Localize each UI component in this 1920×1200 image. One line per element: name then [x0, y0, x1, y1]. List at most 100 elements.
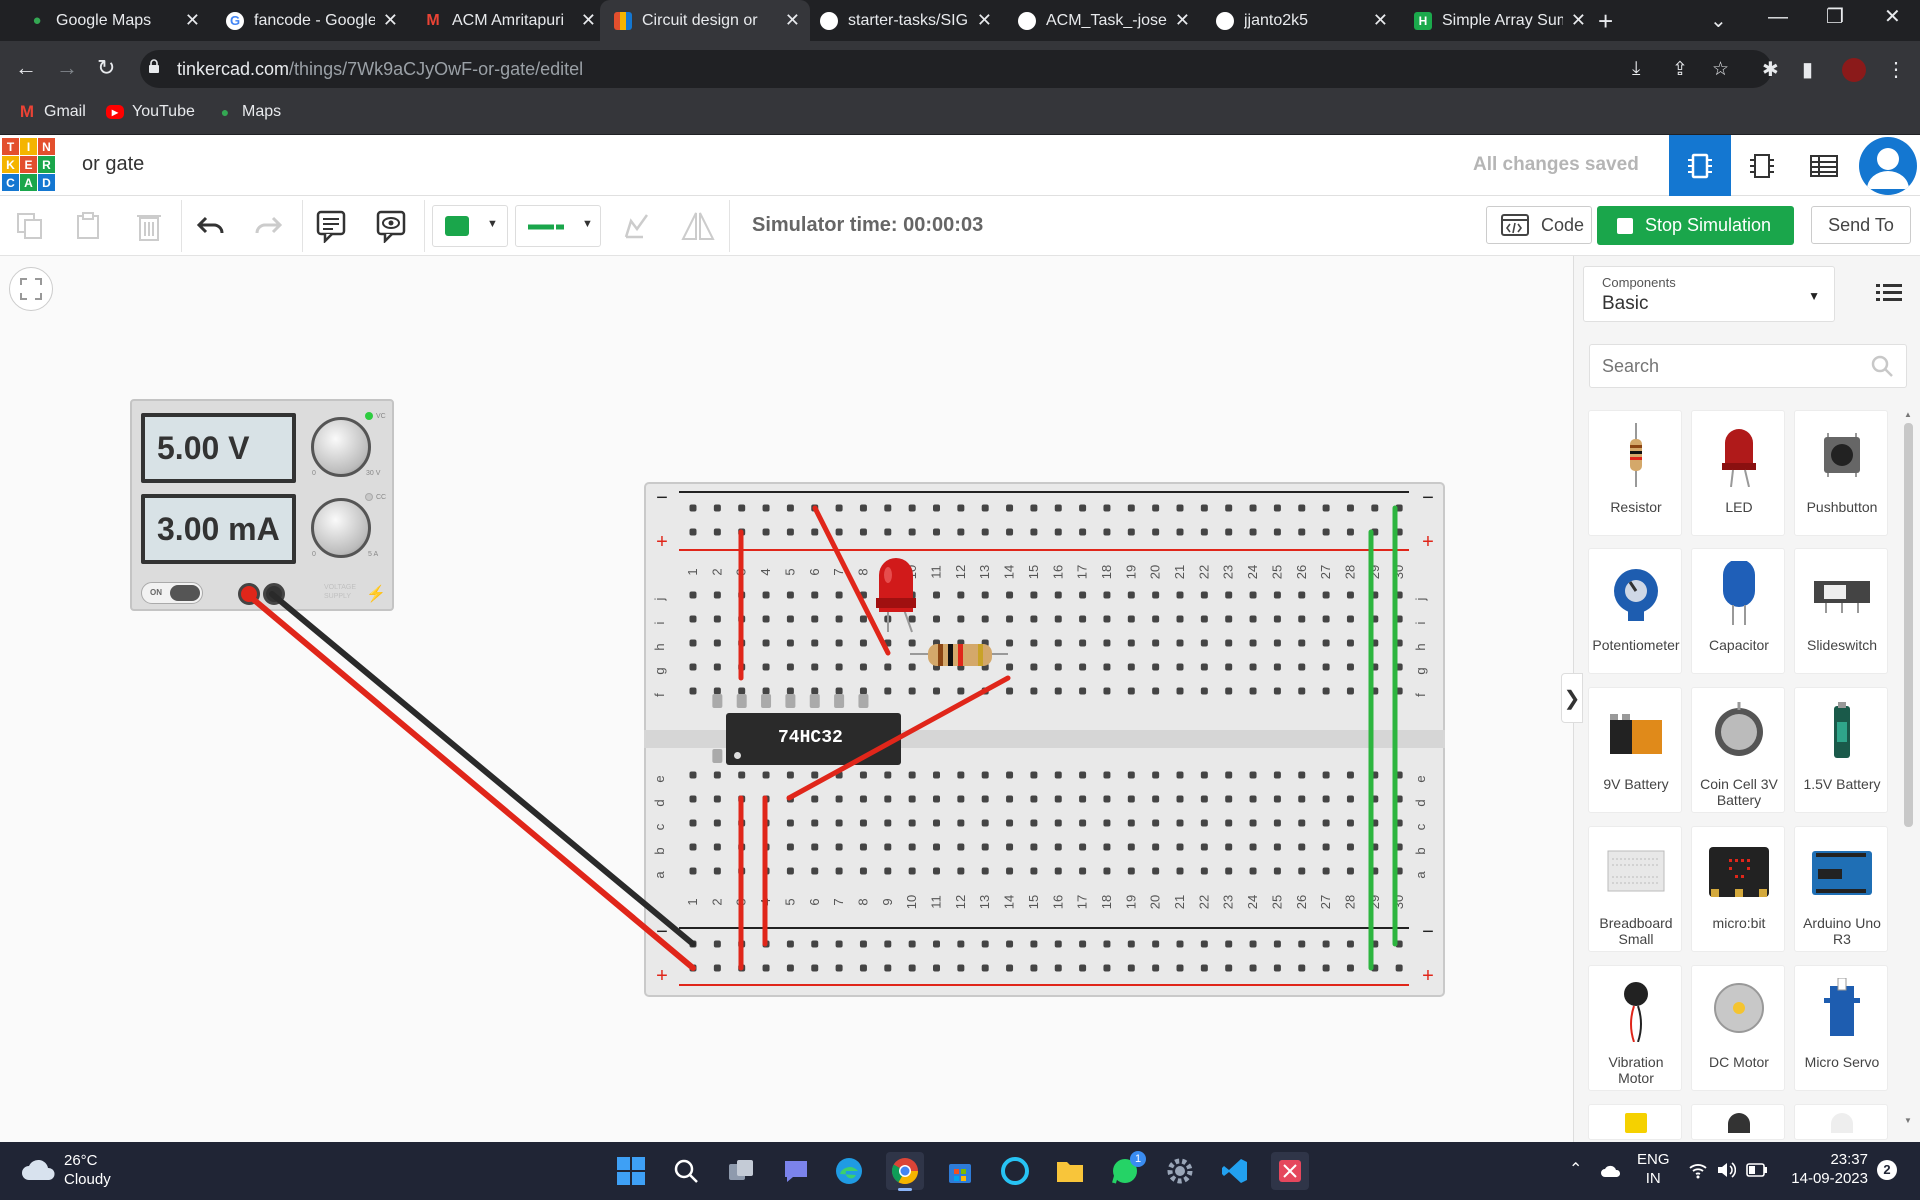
breadboard-hole[interactable]	[738, 964, 746, 972]
breadboard-hole[interactable]	[1103, 964, 1111, 972]
breadboard-hole[interactable]	[689, 687, 697, 695]
breadboard-hole[interactable]	[884, 843, 892, 851]
breadboard-hole[interactable]	[1200, 940, 1208, 948]
breadboard-hole[interactable]	[1200, 819, 1208, 827]
breadboard-hole[interactable]	[859, 771, 867, 779]
chrome-app[interactable]	[886, 1152, 924, 1190]
breadboard-hole[interactable]	[738, 795, 746, 803]
breadboard-hole[interactable]	[738, 591, 746, 599]
component-card-resistor[interactable]: Resistor	[1588, 410, 1682, 536]
breadboard-hole[interactable]	[957, 591, 965, 599]
breadboard-hole[interactable]	[933, 867, 940, 875]
breadboard-hole[interactable]	[738, 771, 746, 779]
breadboard-hole[interactable]	[1200, 504, 1208, 512]
component-card-arduino-uno-r3[interactable]: Arduino Uno R3	[1794, 826, 1888, 952]
breadboard-hole[interactable]	[811, 940, 819, 948]
breadboard-hole[interactable]	[957, 964, 965, 972]
breadboard-hole[interactable]	[1346, 819, 1354, 827]
breadboard-hole[interactable]	[908, 940, 916, 948]
breadboard-hole[interactable]	[1395, 867, 1403, 875]
breadboard-hole[interactable]	[981, 795, 989, 803]
breadboard-hole[interactable]	[786, 940, 794, 948]
breadboard-hole[interactable]	[1006, 663, 1014, 671]
breadboard-hole[interactable]	[1298, 843, 1306, 851]
breadboard-hole[interactable]	[957, 843, 965, 851]
breadboard-hole[interactable]	[1152, 795, 1160, 803]
breadboard-hole[interactable]	[957, 504, 965, 512]
breadboard-hole[interactable]	[1006, 639, 1014, 647]
current-knob[interactable]	[311, 498, 371, 558]
breadboard-hole[interactable]	[884, 867, 892, 875]
component-card-micro-bit[interactable]: micro:bit	[1691, 826, 1785, 952]
breadboard-hole[interactable]	[762, 771, 770, 779]
breadboard-hole[interactable]	[786, 639, 794, 647]
breadboard-hole[interactable]	[1273, 795, 1281, 803]
browser-tab[interactable]: ● Google Maps ✕	[14, 0, 210, 41]
component-card-9v-battery[interactable]: 9V Battery	[1588, 687, 1682, 813]
store-app[interactable]	[941, 1152, 979, 1190]
breadboard-hole[interactable]	[933, 528, 940, 536]
reload-icon[interactable]: ↻	[97, 55, 115, 81]
breadboard-hole[interactable]	[713, 867, 721, 875]
breadboard-hole[interactable]	[1103, 615, 1111, 623]
breadboard-hole[interactable]	[1322, 867, 1330, 875]
breadboard-hole[interactable]	[1298, 639, 1306, 647]
breadboard-hole[interactable]	[1152, 504, 1160, 512]
breadboard-hole[interactable]	[1395, 771, 1403, 779]
breadboard-hole[interactable]	[933, 591, 940, 599]
breadboard-hole[interactable]	[933, 615, 940, 623]
breadboard-hole[interactable]	[1054, 615, 1062, 623]
breadboard-hole[interactable]	[1079, 843, 1087, 851]
breadboard-hole[interactable]	[786, 528, 794, 536]
breadboard-hole[interactable]	[1176, 843, 1184, 851]
component-card-pushbutton[interactable]: Pushbutton	[1794, 410, 1888, 536]
breadboard-hole[interactable]	[1273, 964, 1281, 972]
breadboard-hole[interactable]	[811, 615, 819, 623]
breadboard-hole[interactable]	[1030, 964, 1038, 972]
breadboard-hole[interactable]	[1249, 663, 1257, 671]
edge-app[interactable]	[830, 1152, 868, 1190]
breadboard-hole[interactable]	[957, 663, 965, 671]
browser-tab[interactable]: Circuit design or ✕	[600, 0, 810, 41]
breadboard-hole[interactable]	[1006, 687, 1014, 695]
breadboard-hole[interactable]	[811, 819, 819, 827]
restore-icon[interactable]: ❐	[1826, 4, 1844, 29]
breadboard-hole[interactable]	[713, 591, 721, 599]
breadboard-hole[interactable]	[1273, 528, 1281, 536]
breadboard-hole[interactable]	[835, 940, 843, 948]
breadboard-hole[interactable]	[1054, 687, 1062, 695]
breadboard-hole[interactable]	[1200, 771, 1208, 779]
breadboard-hole[interactable]	[811, 867, 819, 875]
close-tab-icon[interactable]: ✕	[1571, 10, 1586, 31]
breadboard-hole[interactable]	[1200, 639, 1208, 647]
breadboard-hole[interactable]	[1273, 843, 1281, 851]
breadboard-hole[interactable]	[1371, 615, 1379, 623]
breadboard-hole[interactable]	[1395, 687, 1403, 695]
breadboard-hole[interactable]	[1322, 615, 1330, 623]
breadboard-hole[interactable]	[835, 591, 843, 599]
breadboard-hole[interactable]	[1273, 771, 1281, 779]
breadboard-hole[interactable]	[1249, 843, 1257, 851]
breadboard-hole[interactable]	[1395, 615, 1403, 623]
breadboard-hole[interactable]	[1249, 639, 1257, 647]
breadboard-hole[interactable]	[933, 687, 940, 695]
breadboard-hole[interactable]	[981, 504, 989, 512]
wire-color-dropdown[interactable]: ▼	[432, 205, 508, 247]
circuit-view-button[interactable]	[1669, 135, 1731, 196]
breadboard-hole[interactable]	[835, 528, 843, 536]
breadboard-hole[interactable]	[1079, 663, 1087, 671]
breadboard-hole[interactable]	[738, 528, 746, 536]
breadboard-hole[interactable]	[762, 663, 770, 671]
close-window-icon[interactable]: ✕	[1884, 4, 1901, 29]
breadboard-hole[interactable]	[884, 504, 892, 512]
breadboard-hole[interactable]	[884, 615, 892, 623]
breadboard-hole[interactable]	[713, 504, 721, 512]
breadboard-hole[interactable]	[1225, 867, 1233, 875]
breadboard-hole[interactable]	[859, 843, 867, 851]
component-card-breadboard-small[interactable]: Breadboard Small	[1588, 826, 1682, 952]
component-card-led[interactable]: LED	[1691, 410, 1785, 536]
breadboard-hole[interactable]	[713, 795, 721, 803]
breadboard-hole[interactable]	[1006, 591, 1014, 599]
user-avatar[interactable]	[1859, 137, 1917, 195]
breadboard-hole[interactable]	[884, 795, 892, 803]
